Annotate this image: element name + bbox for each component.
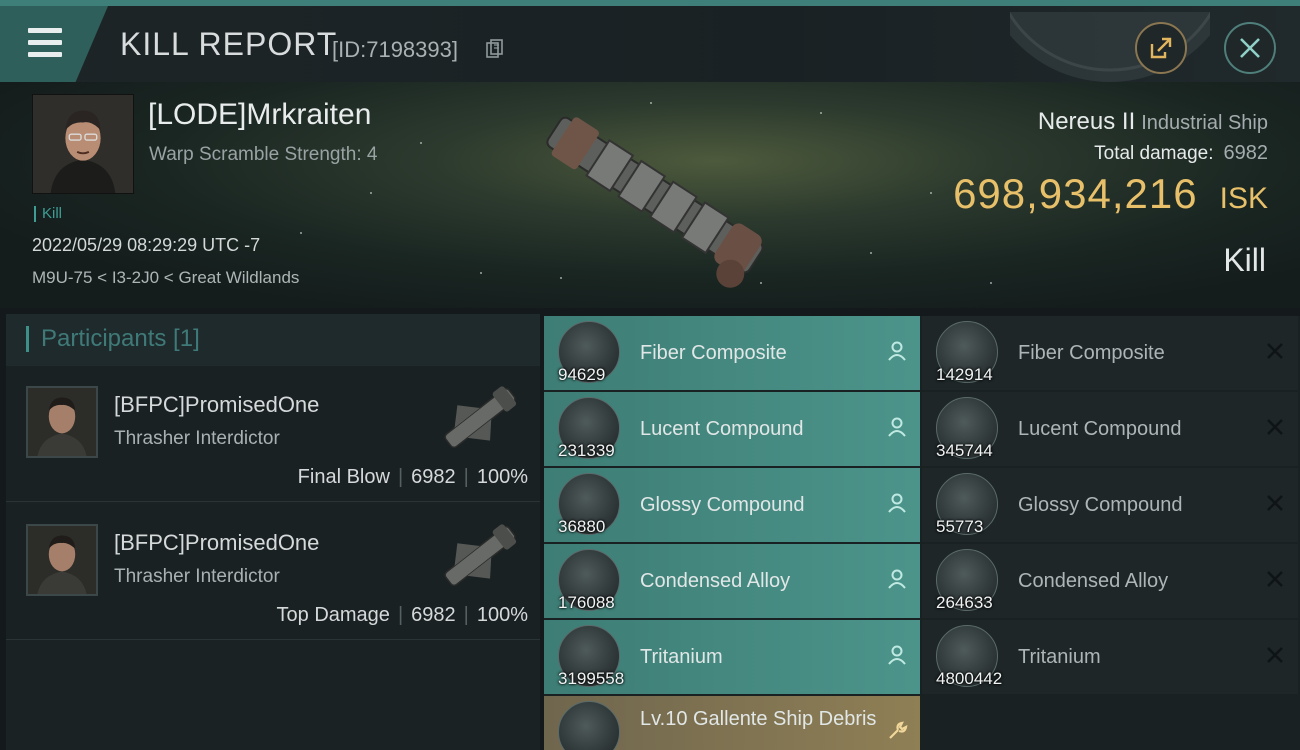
participant-ship: Thrasher Interdictor [114, 566, 280, 587]
victim-ship-image [546, 116, 764, 288]
victim-name: [LODE]Mrkraiten [148, 98, 372, 131]
participant-role: Final Blow [297, 466, 390, 488]
victim-portrait [32, 94, 134, 194]
participant-row[interactable]: [BFPC]PromisedOne Thrasher Interdictor F… [6, 366, 540, 502]
person-icon [888, 645, 906, 665]
isk-value: 698,934,216 ISK [953, 170, 1268, 218]
isk-amount: 698,934,216 [953, 170, 1198, 217]
item-quantity: 142914 [936, 365, 993, 384]
kill-datetime: 2022/05/29 08:29:29 UTC -7 [32, 235, 261, 255]
item-name: Glossy Compound [1018, 494, 1183, 516]
copy-icon[interactable] [486, 39, 504, 59]
ship-debris-icon [558, 701, 620, 750]
participant-percent: 100% [476, 604, 528, 626]
dropped-item[interactable]: 231339 Lucent Compound [544, 392, 920, 466]
participant-role: Top Damage [276, 604, 390, 626]
item-quantity: 264633 [936, 593, 993, 612]
report-id: [ID:7198393] [332, 37, 458, 62]
dropped-item[interactable]: Lv.10 Gallente Ship Debris [544, 696, 920, 750]
person-icon [888, 493, 906, 513]
participant-percent: 100% [476, 466, 528, 488]
person-icon [888, 341, 906, 361]
hamburger-icon [28, 28, 62, 64]
item-list: 94629 Fiber Composite 231339 Lucent Comp… [544, 316, 1300, 750]
item-quantity: 231339 [558, 441, 615, 460]
item-name: Lv.10 Gallente Ship Debris [640, 708, 877, 730]
share-icon [1150, 37, 1172, 59]
item-name: Glossy Compound [640, 494, 805, 516]
destroyed-item[interactable]: 55773 Glossy Compound [922, 468, 1298, 542]
kill-tag: Kill [34, 206, 62, 222]
total-damage-value: 6982 [1223, 142, 1269, 164]
cross-icon [1267, 343, 1283, 359]
participants-title: Participants [1] [26, 326, 200, 352]
destroyed-item[interactable]: 264633 Condensed Alloy [922, 544, 1298, 618]
share-button[interactable] [1135, 22, 1187, 74]
participant-name: [BFPC]PromisedOne [114, 530, 320, 555]
kill-summary-hero: [LODE]Mrkraiten Warp Scramble Strength: … [0, 82, 1300, 308]
item-quantity: 55773 [936, 517, 984, 536]
isk-unit: ISK [1219, 182, 1268, 215]
total-damage-label: Total damage: [1094, 143, 1214, 164]
participant-avatar [26, 524, 98, 596]
item-quantity: 94629 [558, 365, 606, 384]
menu-button[interactable] [0, 6, 108, 82]
item-name: Fiber Composite [640, 342, 787, 364]
ship-name: Nereus II [1037, 108, 1136, 135]
destroyed-item[interactable]: 142914 Fiber Composite [922, 316, 1298, 390]
item-name: Condensed Alloy [640, 570, 791, 592]
destroyed-item[interactable]: 4800442 Tritanium [922, 620, 1298, 694]
cross-icon [1267, 419, 1283, 435]
participant-row[interactable]: [BFPC]PromisedOne Thrasher Interdictor T… [6, 504, 540, 640]
person-icon [888, 417, 906, 437]
close-icon [1240, 38, 1260, 58]
page-title: KILL REPORT [120, 26, 338, 62]
item-name: Tritanium [1018, 646, 1101, 668]
dropped-item[interactable]: 176088 Condensed Alloy [544, 544, 920, 618]
close-button[interactable] [1224, 22, 1276, 74]
item-quantity: 176088 [558, 593, 615, 612]
participant-stats: Top Damage | 6982 | 100% [276, 604, 528, 626]
total-damage: Total damage: 6982 [1094, 142, 1268, 165]
participant-ship-image [444, 386, 517, 449]
destroyed-item[interactable]: 345744 Lucent Compound [922, 392, 1298, 466]
participant-avatar [26, 386, 98, 458]
dropped-item[interactable]: 94629 Fiber Composite [544, 316, 920, 390]
item-name: Lucent Compound [1018, 418, 1182, 440]
participant-name: [BFPC]PromisedOne [114, 392, 320, 417]
item-name: Lucent Compound [640, 418, 804, 440]
dropped-item[interactable]: 3199558 Tritanium [544, 620, 920, 694]
cross-icon [1267, 647, 1283, 663]
item-quantity: 36880 [558, 517, 606, 536]
cross-icon [1267, 495, 1283, 511]
participant-ship-image [444, 524, 517, 587]
item-quantity: 3199558 [558, 669, 625, 688]
cross-icon [1267, 571, 1283, 587]
participant-ship: Thrasher Interdictor [114, 428, 280, 449]
item-name: Tritanium [640, 646, 723, 668]
warp-scramble-strength: Warp Scramble Strength: 4 [149, 144, 378, 165]
top-bar: KILL REPORT [ID:7198393] [0, 0, 1300, 82]
kill-result: Kill [1223, 242, 1266, 278]
item-quantity: 4800442 [936, 669, 1003, 688]
victim-ship: Nereus II Industrial Ship [1038, 108, 1268, 136]
wrench-icon [889, 721, 908, 739]
item-name: Fiber Composite [1018, 342, 1165, 364]
participants-panel: Participants [1] [BFPC]PromisedOne Thras… [6, 314, 540, 750]
participant-stats: Final Blow | 6982 | 100% [297, 466, 528, 488]
item-quantity: 345744 [936, 441, 993, 460]
participant-damage: 6982 [411, 604, 456, 626]
item-name: Condensed Alloy [1018, 570, 1169, 592]
ship-class: Industrial Ship [1141, 112, 1268, 134]
kill-location: M9U-75 < I3-2J0 < Great Wildlands [32, 268, 300, 287]
participants-header: Participants [1] [6, 314, 540, 366]
person-icon [888, 569, 906, 589]
participant-damage: 6982 [411, 466, 456, 488]
dropped-item[interactable]: 36880 Glossy Compound [544, 468, 920, 542]
